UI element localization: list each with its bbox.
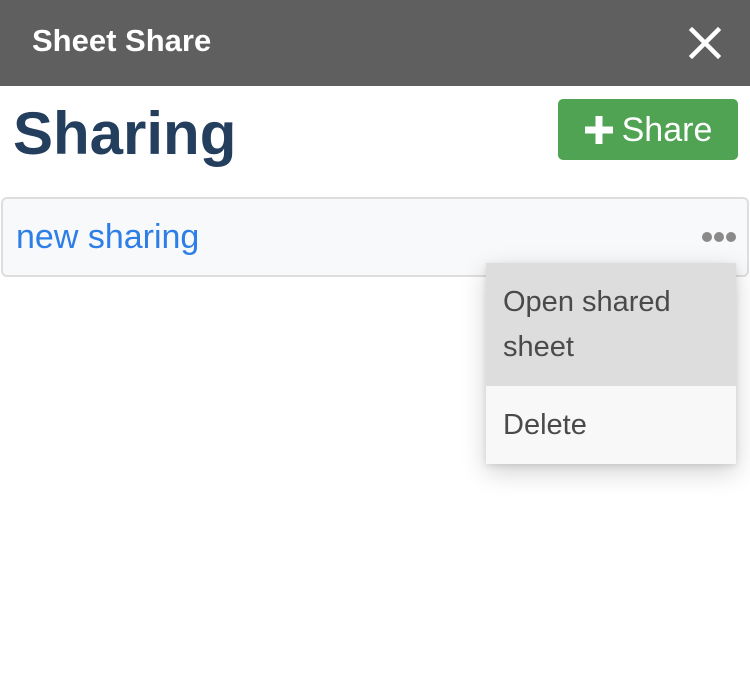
sheet-share-dialog: Sheet Share Sharing Share new sharing Op… [0,0,750,682]
more-horizontal-icon [702,232,736,242]
context-menu: Open shared sheet Delete [486,263,736,464]
share-button-label: Share [621,110,713,149]
menu-item-open-shared-sheet[interactable]: Open shared sheet [486,263,736,386]
window-title: Sheet Share [32,23,212,58]
plus-icon [584,115,613,144]
close-icon [688,26,722,60]
title-bar: Sheet Share [0,0,750,86]
share-button[interactable]: Share [558,99,738,160]
menu-item-delete[interactable]: Delete [486,386,736,464]
more-options-button[interactable] [699,227,739,247]
share-name-link[interactable]: new sharing [16,217,199,257]
close-button[interactable] [682,20,728,66]
page-title: Sharing [13,100,237,167]
